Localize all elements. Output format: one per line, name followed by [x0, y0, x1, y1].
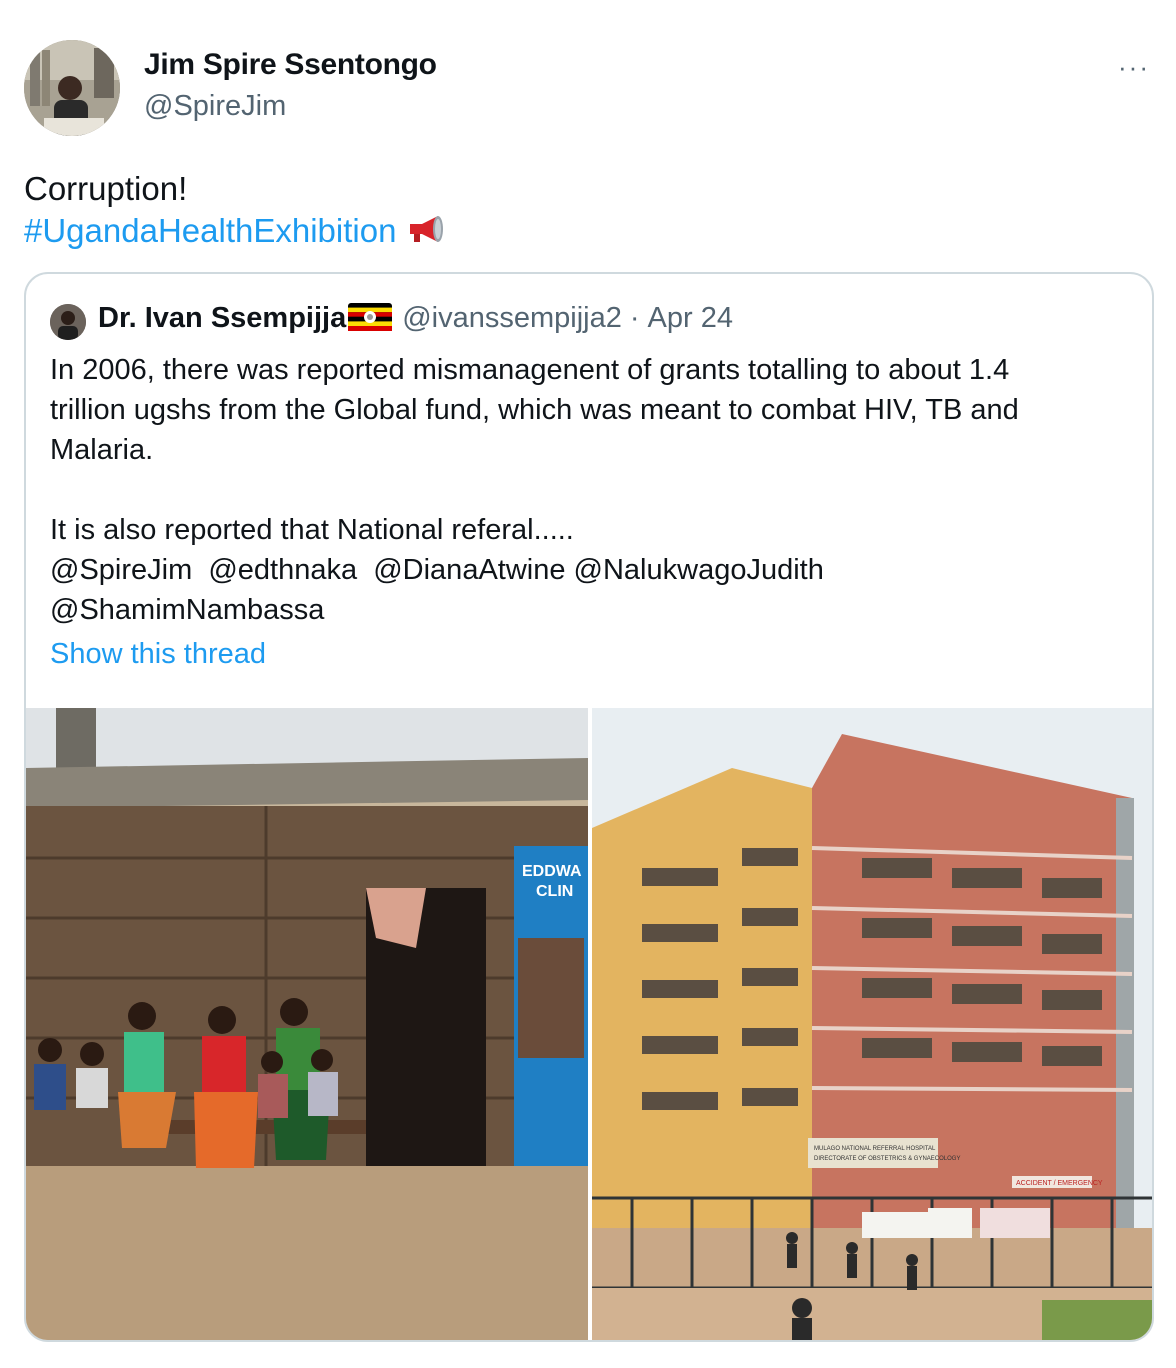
tweet-text: Corruption! #UgandaHealthExhibition [24, 168, 446, 254]
quoted-tweet-header: Dr. Ivan Ssempijja @ivanssempijja2 · Apr 2… [98, 302, 733, 335]
emergency-sign-text: ACCIDENT / EMERGENCY [1016, 1180, 1103, 1187]
quoted-author-handle[interactable]: @ivanssempijja2 [402, 302, 622, 334]
megaphone-icon [406, 212, 446, 254]
photo-hospital-building[interactable]: MULAGO NATIONAL REFERRAL HOSPITAL DIRECT… [592, 708, 1152, 1340]
quoted-author-name[interactable]: Dr. Ivan Ssempijja [98, 302, 346, 334]
quoted-body-line [50, 470, 1130, 510]
quoted-body-line: trillion ugshs from the Global fund, whi… [50, 394, 1019, 426]
clinic-sign-text: EDDWA [522, 863, 582, 880]
quoted-body-line: Malaria. [50, 434, 154, 466]
quoted-body-mentions[interactable]: @ShamimNambassa [50, 590, 1130, 630]
hashtag-link[interactable]: #UgandaHealthExhibition [24, 212, 396, 249]
hospital-sign-text: MULAGO NATIONAL REFERRAL HOSPITAL [814, 1146, 936, 1152]
author-handle[interactable]: @SpireJim [144, 90, 286, 123]
quoted-tweet-card[interactable]: Dr. Ivan Ssempijja @ivanssempijja2 · Apr 2… [24, 272, 1154, 1342]
quoted-body-line: In 2006, there was reported mismanagenen… [50, 354, 1010, 386]
quoted-body-line: It is also reported that National refera… [50, 514, 574, 546]
quoted-author-avatar[interactable] [50, 304, 86, 340]
quoted-body-mentions[interactable]: @SpireJim @edthnaka @DianaAtwine @Nalukw… [50, 550, 1130, 590]
quoted-tweet-date[interactable]: Apr 24 [648, 302, 733, 334]
author-name[interactable]: Jim Spire Ssentongo [144, 48, 437, 82]
show-thread-link[interactable]: Show this thread [50, 638, 266, 671]
uganda-flag-icon [348, 303, 393, 331]
clinic-sign-text: CLIN [536, 883, 573, 900]
media-grid: EDDWA CLIN MULAGO NATIONAL REFERRAL HOSP… [26, 708, 1152, 1340]
quoted-tweet-body: In 2006, there was reported mismanagenen… [50, 350, 1130, 630]
photo-clinic-shack[interactable]: EDDWA CLIN [26, 708, 588, 1340]
author-avatar[interactable] [24, 40, 120, 136]
hospital-sign-text: DIRECTORATE OF OBSTETRICS & GYNAECOLOGY [814, 1156, 960, 1162]
more-options-icon[interactable]: ··· [1118, 52, 1150, 83]
tweet-text-line: Corruption! [24, 170, 188, 207]
separator-dot: · [629, 302, 640, 334]
